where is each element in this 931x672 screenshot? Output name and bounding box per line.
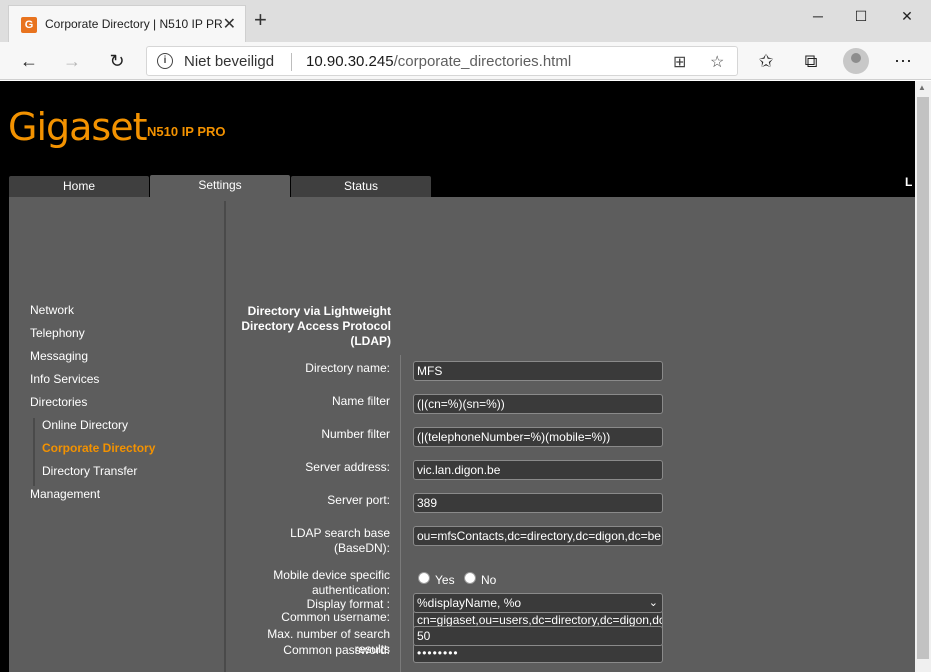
gigaset-logo: Gigaset — [8, 105, 147, 149]
mobile-auth-yes-label[interactable]: Yes — [435, 573, 455, 587]
name-filter-label: Name filter — [331, 394, 390, 408]
profile-avatar-icon[interactable] — [843, 48, 869, 74]
common-password-input[interactable]: •••••••• — [413, 643, 663, 663]
display-format-select[interactable]: %displayName, %o ⌄ — [413, 593, 663, 613]
favorites-list-icon[interactable]: ✩ — [752, 48, 780, 74]
mobile-auth-no-label[interactable]: No — [481, 573, 496, 587]
chevron-down-icon: ⌄ — [648, 597, 658, 609]
browser-tab-strip: G Corporate Directory | N510 IP PR ✕ + ─… — [0, 0, 931, 42]
mobile-auth-yes-radio[interactable] — [418, 572, 430, 584]
max-results-input[interactable]: 50 — [413, 626, 663, 646]
tab-home[interactable]: Home — [9, 176, 149, 197]
form-divider — [400, 355, 401, 672]
close-tab-icon[interactable]: ✕ — [223, 14, 236, 34]
url-text[interactable]: 10.90.30.245/corporate_directories.html — [306, 53, 571, 70]
window-close-icon[interactable]: ✕ — [887, 4, 927, 28]
search-base-label: LDAP search base (BaseDN): — [290, 526, 390, 555]
mobile-auth-no-radio[interactable] — [464, 572, 476, 584]
sidebar-nav: Network Telephony Messaging Info Service… — [9, 197, 224, 672]
number-filter-label: Number filter — [321, 427, 390, 441]
gigaset-favicon-icon: G — [21, 17, 37, 33]
browser-toolbar: ← → ↻ i Niet beveiligd 10.90.30.245/corp… — [0, 42, 931, 80]
server-port-input[interactable]: 389 — [413, 493, 663, 513]
minimize-icon[interactable]: ─ — [798, 4, 838, 28]
max-results-label: Max. number of search results — [267, 627, 390, 656]
forward-icon[interactable]: → — [58, 48, 86, 74]
tab-settings[interactable]: Settings — [150, 175, 290, 197]
directory-name-input[interactable]: MFS — [413, 361, 663, 381]
more-menu-icon[interactable]: ⋯ — [889, 48, 917, 74]
back-icon[interactable]: ← — [15, 48, 43, 74]
number-filter-input[interactable]: (|(telephoneNumber=%)(mobile=%)) — [413, 427, 663, 447]
sidebar-item-corporate-directory[interactable]: Corporate Directory — [42, 441, 155, 455]
sidebar-item-info-services[interactable]: Info Services — [30, 372, 99, 386]
address-bar[interactable]: i Niet beveiligd 10.90.30.245/corporate_… — [146, 46, 738, 76]
tab-title: Corporate Directory | N510 IP PR — [45, 17, 223, 31]
tab-status[interactable]: Status — [291, 176, 431, 197]
scrollbar-thumb[interactable] — [917, 97, 929, 659]
sidebar-item-directories[interactable]: Directories — [30, 395, 87, 409]
refresh-icon[interactable]: ↻ — [103, 48, 131, 74]
sidebar-divider — [224, 201, 226, 672]
header-corner-text[interactable]: L — [905, 175, 912, 189]
sidebar-item-telephony[interactable]: Telephony — [30, 326, 85, 340]
url-path: /corporate_directories.html — [393, 53, 572, 70]
server-address-label: Server address: — [305, 460, 390, 474]
sidebar-item-messaging[interactable]: Messaging — [30, 349, 88, 363]
translate-icon[interactable]: ⊞ — [673, 52, 686, 72]
url-host: 10.90.30.245 — [306, 53, 394, 70]
sidebar-item-management[interactable]: Management — [30, 487, 100, 501]
search-base-input[interactable]: ou=mfsContacts,dc=directory,dc=digon,dc=… — [413, 526, 663, 546]
info-icon[interactable]: i — [157, 53, 173, 69]
page-scrollbar[interactable]: ▲ — [915, 81, 931, 672]
server-address-input[interactable]: vic.lan.digon.be — [413, 460, 663, 480]
sidebar-item-network[interactable]: Network — [30, 303, 74, 317]
address-separator — [291, 53, 292, 71]
name-filter-input[interactable]: (|(cn=%)(sn=%)) — [413, 394, 663, 414]
collections-icon[interactable]: ⧉ — [797, 48, 825, 74]
scroll-up-icon[interactable]: ▲ — [918, 83, 926, 92]
security-label[interactable]: Niet beveiligd — [184, 53, 274, 70]
display-format-value: %displayName, %o — [417, 596, 522, 610]
new-tab-icon[interactable]: + — [254, 9, 267, 31]
directory-name-label: Directory name: — [305, 361, 390, 375]
model-name: N510 IP PRO — [147, 124, 226, 139]
subnav-divider — [33, 418, 35, 486]
sidebar-item-directory-transfer[interactable]: Directory Transfer — [42, 464, 137, 478]
browser-tab[interactable]: G Corporate Directory | N510 IP PR ✕ — [8, 5, 246, 42]
page-viewport: Gigaset N510 IP PRO L Home Settings Stat… — [0, 81, 915, 672]
sidebar-item-online-directory[interactable]: Online Directory — [42, 418, 128, 432]
favorite-star-icon[interactable]: ☆ — [710, 52, 724, 72]
server-port-label: Server port: — [327, 493, 390, 507]
mobile-auth-label: Mobile device specific authentication: — [273, 568, 390, 597]
common-username-label: Common username: — [281, 610, 390, 624]
form-heading: Directory via Lightweight Directory Acce… — [241, 304, 391, 348]
maximize-icon[interactable]: ☐ — [841, 4, 881, 28]
display-format-label: Display format : — [306, 597, 390, 611]
